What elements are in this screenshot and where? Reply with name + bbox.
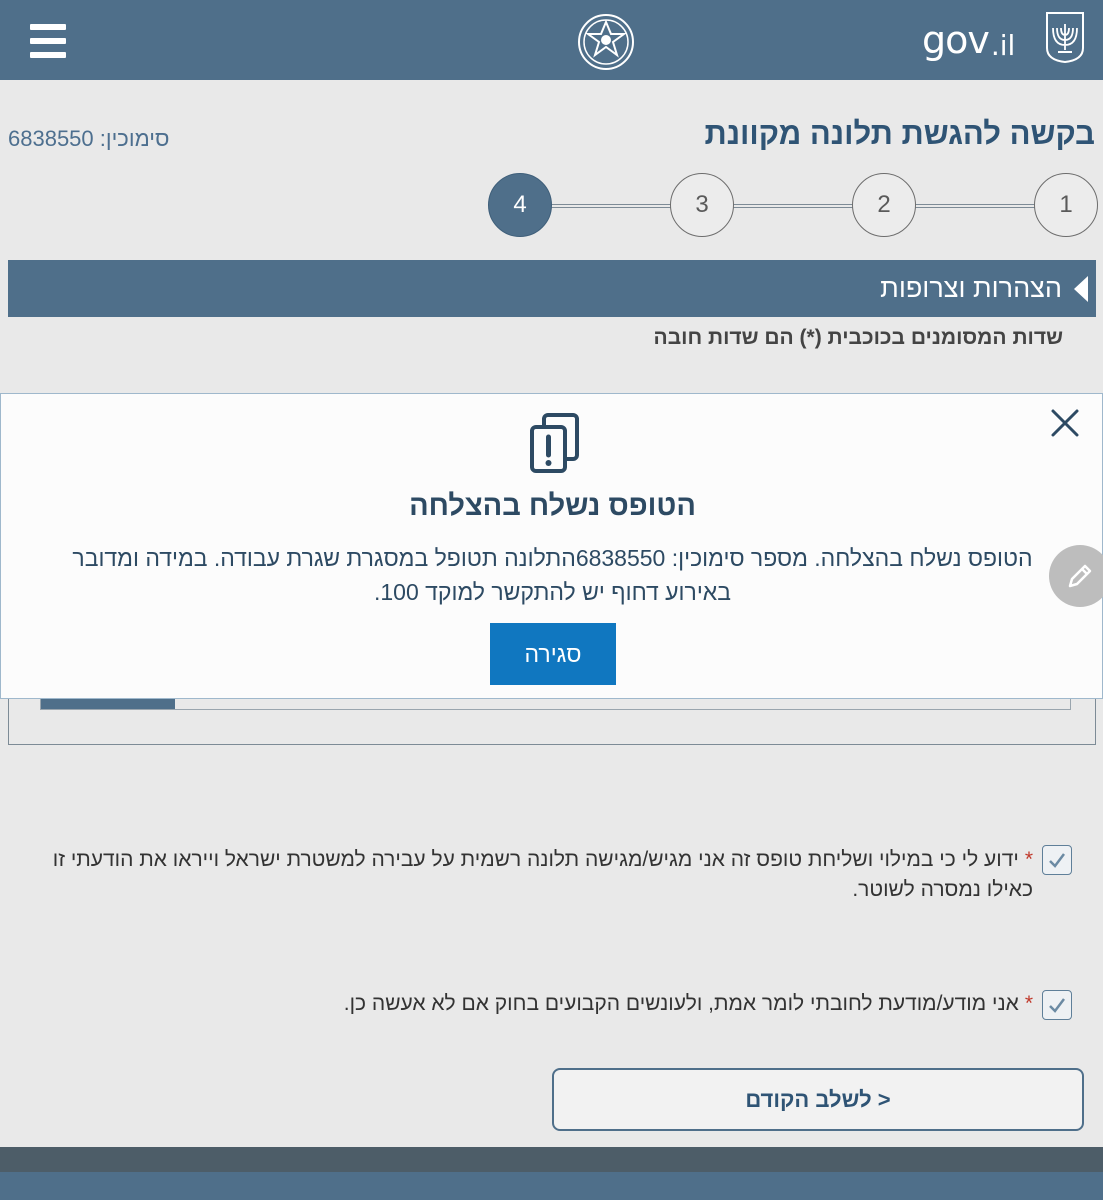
- section-header[interactable]: הצהרות וצרופות: [8, 260, 1096, 317]
- stepper-connector: [732, 204, 854, 208]
- gov-logo-text: gov: [922, 18, 990, 62]
- checkmark-icon: [1049, 853, 1065, 868]
- declaration-text-2: *אני מודע/מודעת לחובתי לומר אמת, ולעונשי…: [23, 989, 1033, 1019]
- required-mark: *: [1024, 848, 1033, 871]
- edit-button[interactable]: [1049, 545, 1103, 607]
- modal-title: הטופס נשלח בהצלחה: [409, 490, 696, 522]
- close-icon[interactable]: [1050, 408, 1080, 438]
- step-3[interactable]: 3: [670, 173, 734, 237]
- step-2[interactable]: 2: [852, 173, 916, 237]
- gov-il-logo[interactable]: gov .il: [922, 16, 1015, 62]
- police-emblem-icon: [578, 14, 634, 70]
- caret-right-icon: [1074, 275, 1088, 302]
- step-1[interactable]: 1: [1034, 173, 1098, 237]
- declaration-label-1: ידוע לי כי במילוי ושליחת טופס זה אני מגי…: [52, 848, 1033, 901]
- required-fields-note: שדות המסומנים בכוכבית (*) הם שדות חובה: [653, 326, 1063, 349]
- pencil-icon: [1068, 564, 1092, 588]
- previous-step-button[interactable]: < לשלב הקודם: [552, 1068, 1084, 1131]
- gov-logo-suffix: .il: [990, 29, 1016, 62]
- declaration-text-1: *ידוע לי כי במילוי ושליחת טופס זה אני מג…: [23, 845, 1033, 905]
- documents-alert-icon: [530, 413, 579, 473]
- progress-stepper: 4 3 2 1: [488, 173, 1098, 237]
- success-modal: הטופס נשלח בהצלחה הטופס נשלח בהצלחה. מספ…: [0, 393, 1103, 699]
- top-header-bar: gov .il: [0, 0, 1103, 80]
- stepper-connector: [914, 204, 1036, 208]
- required-mark: *: [1024, 992, 1033, 1015]
- reference-number: סימוכין: 6838550: [8, 126, 170, 151]
- declaration-checkbox-1[interactable]: [1042, 845, 1072, 875]
- menorah-emblem-icon: [1046, 12, 1084, 64]
- modal-close-button[interactable]: סגירה: [490, 623, 616, 685]
- page-title: בקשה להגשת תלונה מקוונת: [704, 116, 1095, 151]
- stepper-connector: [550, 204, 672, 208]
- step-4[interactable]: 4: [488, 173, 552, 237]
- declaration-checkbox-2[interactable]: [1042, 990, 1072, 1020]
- footer-bar: [0, 1172, 1103, 1200]
- declaration-label-2: אני מודע/מודעת לחובתי לומר אמת, ולעונשים…: [343, 992, 1019, 1015]
- checkmark-icon: [1049, 998, 1065, 1013]
- modal-message: הטופס נשלח בהצלחה. מספר סימוכין: 6838550…: [72, 545, 1033, 605]
- section-title: הצהרות וצרופות: [880, 273, 1062, 303]
- hamburger-icon[interactable]: [30, 24, 66, 58]
- footer-strip: [0, 1147, 1103, 1172]
